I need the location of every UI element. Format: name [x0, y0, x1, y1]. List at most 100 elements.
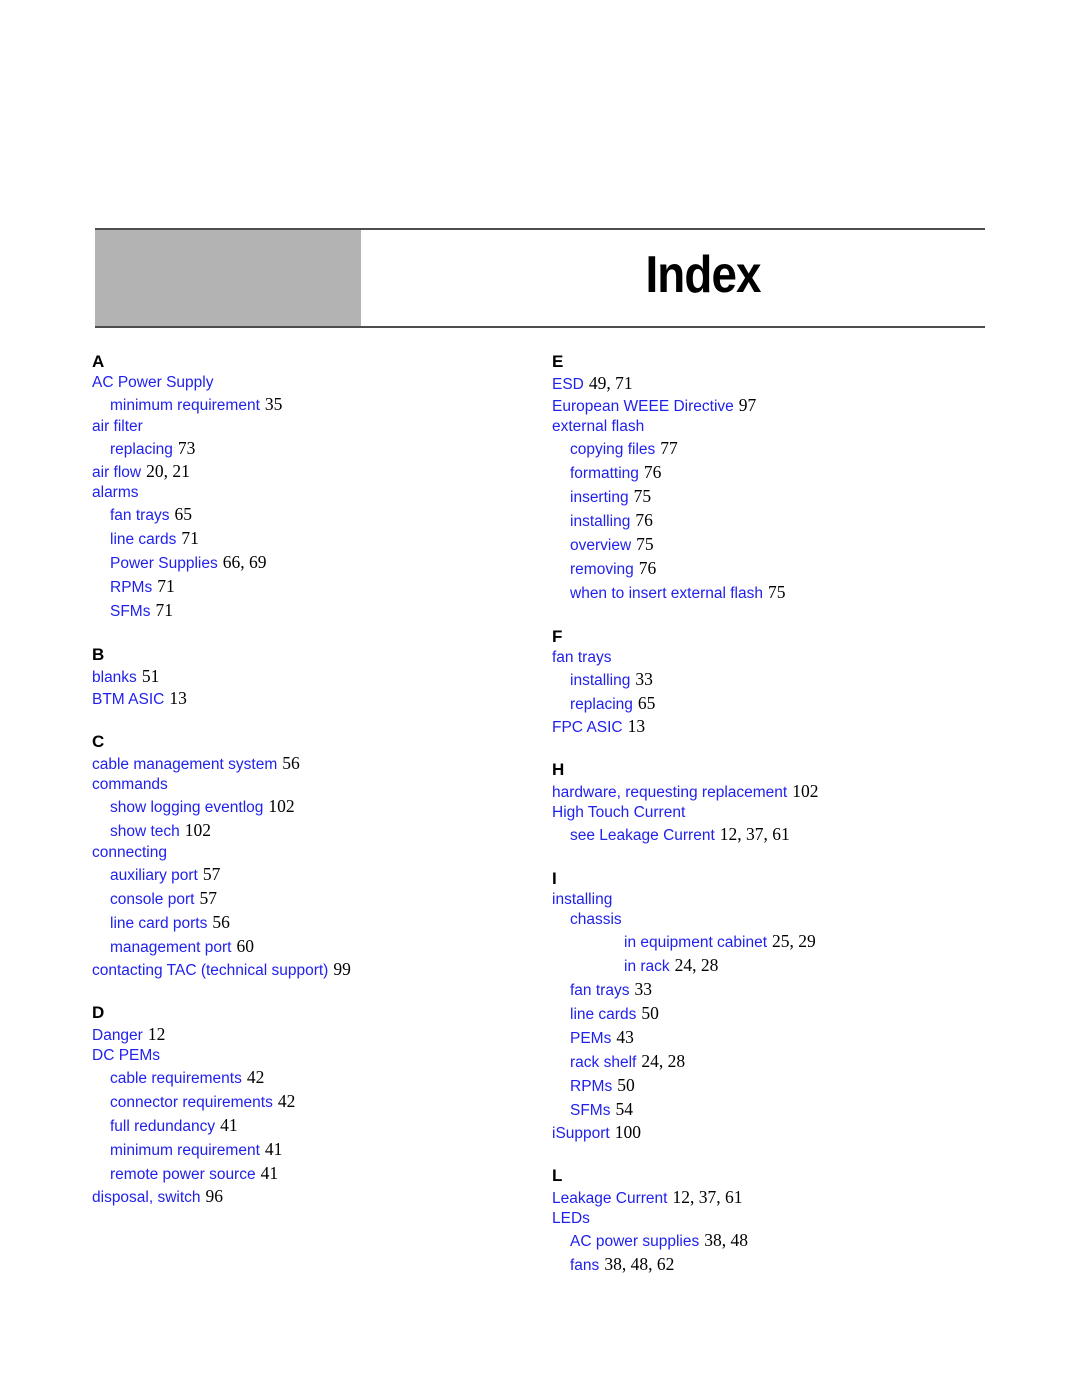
index-entry-label: installing: [570, 672, 631, 689]
index-entry[interactable]: see Leakage Current 12, 37, 61: [552, 823, 992, 847]
index-section-a: A AC Power Supply minimum requirement 35 air…: [92, 352, 532, 623]
index-entry[interactable]: High Touch Current: [552, 803, 992, 823]
index-entry[interactable]: replacing 73: [92, 437, 532, 461]
index-entry[interactable]: when to insert external flash 75: [552, 581, 992, 605]
index-entry[interactable]: SFMs 71: [92, 599, 532, 623]
index-entry[interactable]: installing 76: [552, 509, 992, 533]
index-entry-page-numbers: 42: [246, 1067, 265, 1087]
index-entry[interactable]: iSupport 100: [552, 1122, 992, 1144]
index-entry[interactable]: external flash: [552, 417, 992, 437]
index-section-b: Bblanks 51 BTM ASIC 13: [92, 645, 532, 710]
index-entry[interactable]: fan trays 65: [92, 503, 532, 527]
section-letter-heading: A: [92, 352, 105, 371]
index-entry-page-numbers: 49, 71: [588, 373, 633, 393]
index-entry-label: line cards: [570, 1006, 637, 1023]
index-entry[interactable]: connector requirements 42: [92, 1090, 532, 1114]
index-entry[interactable]: overview 75: [552, 533, 992, 557]
index-entry-page-numbers: 77: [660, 438, 678, 458]
index-entry[interactable]: chassis: [552, 910, 992, 930]
index-section-d: D Danger 12 DC PEMs cable requirements 42 conn…: [92, 1003, 532, 1208]
index-entry[interactable]: European WEEE Directive 97: [552, 395, 992, 417]
index-entry-page-numbers: 96: [205, 1186, 224, 1206]
index-entry-label: Leakage Current: [552, 1190, 668, 1207]
index-entry-label: show logging eventlog: [110, 799, 264, 816]
index-entry-label: commands: [92, 776, 168, 793]
index-entry-label: overview: [570, 537, 632, 554]
index-entry[interactable]: RPMs 71: [92, 575, 532, 599]
index-entry[interactable]: contacting TAC (technical support) 99: [92, 959, 532, 981]
index-entry[interactable]: formatting 76: [552, 461, 992, 485]
index-entry[interactable]: in equipment cabinet 25, 29: [552, 930, 992, 954]
index-entry[interactable]: auxiliary port 57: [92, 863, 532, 887]
index-entry[interactable]: cable requirements 42: [92, 1066, 532, 1090]
index-entry-page-numbers: 57: [199, 888, 217, 908]
index-entry[interactable]: SFMs 54: [552, 1098, 992, 1122]
index-entry[interactable]: management port 60: [92, 935, 532, 959]
index-entry[interactable]: fans 38, 48, 62: [552, 1253, 992, 1277]
index-entry[interactable]: fan trays 33: [552, 978, 992, 1002]
section-letter-heading: E: [552, 352, 564, 371]
index-entry[interactable]: rack shelf 24, 28: [552, 1050, 992, 1074]
index-entry-label: SFMs: [570, 1102, 611, 1119]
index-entry-label: rack shelf: [570, 1054, 637, 1071]
index-entry[interactable]: minimum requirement 41: [92, 1138, 532, 1162]
index-entry[interactable]: fan trays: [552, 648, 992, 668]
index-entry[interactable]: alarms: [92, 483, 532, 503]
index-entry[interactable]: DC PEMs: [92, 1046, 532, 1066]
index-entry[interactable]: replacing 65: [552, 692, 992, 716]
index-entry[interactable]: removing 76: [552, 557, 992, 581]
index-entry[interactable]: BTM ASIC 13: [92, 688, 532, 710]
index-entry[interactable]: full redundancy 41: [92, 1114, 532, 1138]
index-entry[interactable]: show tech 102: [92, 819, 532, 843]
index-entry-label: ESD: [552, 376, 584, 393]
index-entry[interactable]: installing: [552, 890, 992, 910]
index-entry[interactable]: ESD 49, 71: [552, 373, 992, 395]
index-entry[interactable]: copying files 77: [552, 437, 992, 461]
index-entry[interactable]: disposal, switch 96: [92, 1186, 532, 1208]
index-entry[interactable]: connecting: [92, 843, 532, 863]
index-entry[interactable]: hardware, requesting replacement 102: [552, 781, 992, 803]
index-entry-page-numbers: 102: [268, 796, 295, 816]
index-entry[interactable]: console port 57: [92, 887, 532, 911]
index-entry-label: alarms: [92, 484, 139, 501]
index-entry[interactable]: blanks 51: [92, 666, 532, 688]
index-entry[interactable]: air flow 20, 21: [92, 461, 532, 483]
index-entry-page-numbers: 12, 37, 61: [672, 1187, 743, 1207]
index-entry-label: console port: [110, 891, 195, 908]
index-entry-label: cable requirements: [110, 1070, 242, 1087]
index-entry[interactable]: cable management system 56: [92, 753, 532, 775]
index-entry[interactable]: remote power source 41: [92, 1162, 532, 1186]
index-entry[interactable]: Power Supplies 66, 69: [92, 551, 532, 575]
index-entry-label: replacing: [570, 696, 633, 713]
index-entry[interactable]: inserting 75: [552, 485, 992, 509]
index-entry[interactable]: AC Power Supply: [92, 373, 532, 393]
index-entry[interactable]: air filter: [92, 417, 532, 437]
index-entry[interactable]: LEDs: [552, 1209, 992, 1229]
index-entry-label: minimum requirement: [110, 397, 260, 414]
index-entry[interactable]: commands: [92, 775, 532, 795]
index-entry[interactable]: Danger 12: [92, 1024, 532, 1046]
index-entry[interactable]: minimum requirement 35: [92, 393, 532, 417]
section-letter-heading: F: [552, 627, 563, 646]
section-letter-heading: H: [552, 760, 565, 779]
index-entry[interactable]: in rack 24, 28: [552, 954, 992, 978]
index-entry-page-numbers: 38, 48, 62: [604, 1254, 675, 1274]
index-entry[interactable]: RPMs 50: [552, 1074, 992, 1098]
index-entry[interactable]: AC power supplies 38, 48: [552, 1229, 992, 1253]
index-entry[interactable]: Leakage Current 12, 37, 61: [552, 1187, 992, 1209]
index-entry-page-numbers: 71: [181, 528, 199, 548]
index-entry-label: air flow: [92, 464, 142, 481]
index-entry-label: line card ports: [110, 915, 208, 932]
index-entry-label: installing: [570, 513, 631, 530]
index-entry-page-numbers: 97: [738, 395, 757, 415]
index-entry[interactable]: show logging eventlog 102: [92, 795, 532, 819]
index-entry[interactable]: line card ports 56: [92, 911, 532, 935]
index-entry-label: when to insert external flash: [570, 585, 763, 602]
index-entry[interactable]: line cards 71: [92, 527, 532, 551]
index-entry[interactable]: PEMs 43: [552, 1026, 992, 1050]
index-entry[interactable]: line cards 50: [552, 1002, 992, 1026]
index-entry-label: High Touch Current: [552, 804, 686, 821]
index-entry[interactable]: installing 33: [552, 668, 992, 692]
index-entry[interactable]: FPC ASIC 13: [552, 716, 992, 738]
index-entry-page-numbers: 41: [264, 1139, 283, 1159]
